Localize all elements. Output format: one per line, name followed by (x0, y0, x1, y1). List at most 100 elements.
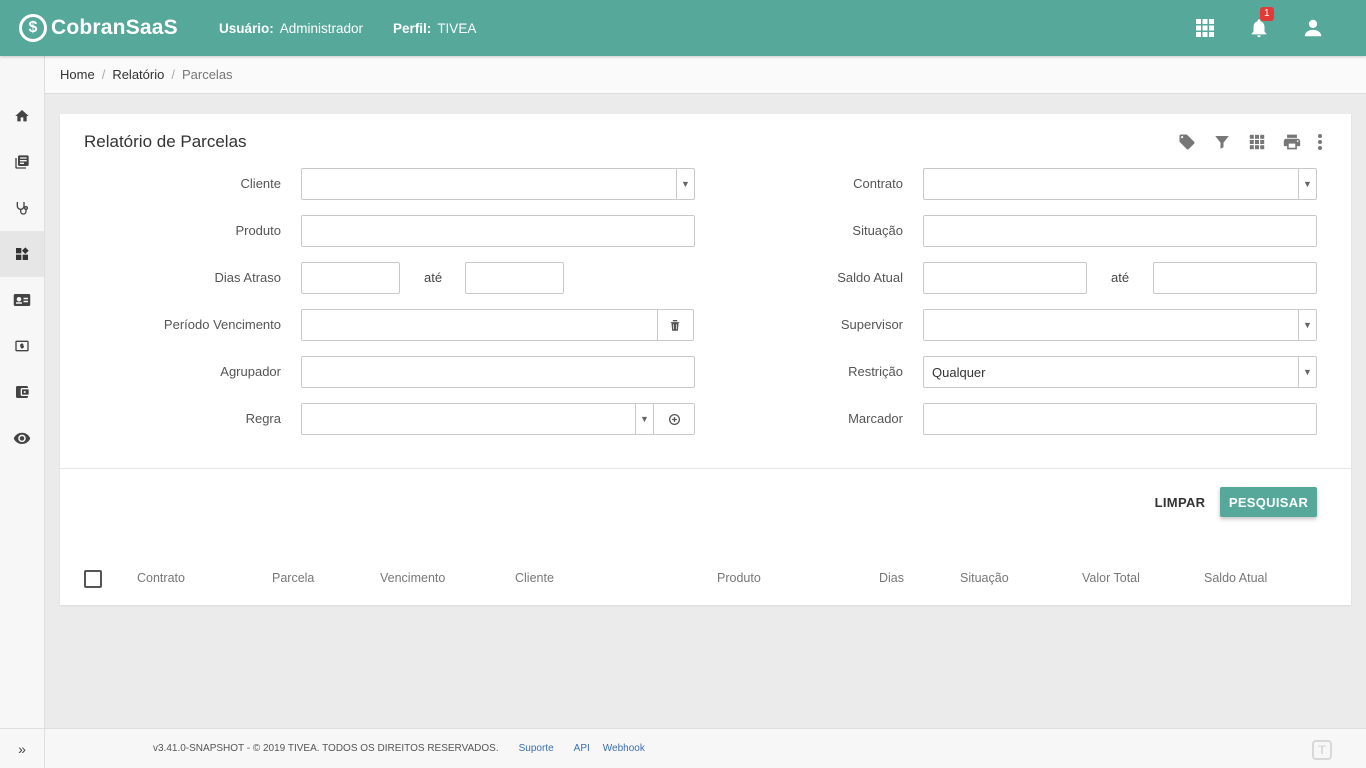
contrato-select[interactable]: ▼ (923, 168, 1317, 200)
select-all-checkbox[interactable] (84, 570, 102, 588)
grid-icon (1249, 134, 1264, 150)
side-nav: » (0, 56, 45, 768)
column-dias[interactable]: Dias (879, 571, 904, 585)
column-cliente[interactable]: Cliente (515, 571, 554, 585)
double-chevron-right-icon: » (18, 740, 26, 757)
supervisor-select[interactable]: ▼ (923, 309, 1317, 341)
saldo-atual-ate-label: até (1111, 270, 1130, 285)
agrupador-input[interactable] (301, 356, 695, 388)
column-contrato[interactable]: Contrato (137, 571, 185, 585)
breadcrumb-separator: / (101, 67, 106, 82)
situacao-text[interactable] (924, 216, 1316, 246)
user-menu-button[interactable] (1286, 0, 1340, 56)
saldo-atual-to-text[interactable] (1154, 263, 1316, 293)
nav-dashboard[interactable] (0, 231, 44, 277)
print-icon (1283, 134, 1300, 150)
chevron-down-icon: ▼ (1298, 310, 1316, 340)
breadcrumb-relatorio[interactable]: Relatório (112, 67, 164, 82)
tag-button[interactable] (1169, 132, 1204, 152)
periodo-vencimento-input[interactable] (301, 309, 694, 341)
agrupador-label: Agrupador (220, 364, 281, 379)
more-vert-icon (1318, 134, 1322, 150)
home-icon (15, 110, 29, 122)
clear-period-button[interactable] (656, 310, 693, 340)
saldo-atual-from-input[interactable] (923, 262, 1087, 294)
produto-input[interactable] (301, 215, 695, 247)
cliente-label: Cliente (240, 176, 281, 191)
tag-icon (1179, 134, 1194, 150)
footer-link-api[interactable]: API (574, 743, 590, 754)
breadcrumb-separator: / (171, 67, 175, 82)
columns-button[interactable] (1239, 132, 1274, 152)
dias-atraso-label: Dias Atraso (214, 270, 281, 285)
cliente-select[interactable]: ▼ (301, 168, 695, 200)
situacao-input[interactable] (923, 215, 1317, 247)
footer-link-suporte[interactable]: Suporte (519, 743, 554, 754)
clear-button[interactable]: LIMPAR (1148, 487, 1212, 517)
column-situacao[interactable]: Situação (960, 571, 1009, 585)
marcador-text[interactable] (924, 404, 1316, 434)
more-options-button[interactable] (1309, 132, 1331, 152)
produto-label: Produto (235, 223, 281, 238)
column-parcela[interactable]: Parcela (272, 571, 314, 585)
notifications-button[interactable]: 1 (1232, 0, 1286, 56)
app-logo[interactable]: $ CobranSaaS (19, 14, 219, 42)
dias-atraso-from-text[interactable] (302, 263, 399, 293)
page-title: Relatório de Parcelas (84, 132, 247, 151)
regra-label: Regra (245, 411, 281, 426)
marcador-input[interactable] (923, 403, 1317, 435)
chevron-down-icon: ▼ (635, 404, 653, 434)
card-toolbar (1169, 132, 1331, 152)
eye-icon (13, 432, 31, 444)
profile-field: Perfil: TIVEA (393, 20, 477, 36)
nav-view[interactable] (0, 415, 44, 461)
nav-money[interactable] (0, 323, 44, 369)
produto-text[interactable] (302, 216, 694, 246)
notification-badge: 1 (1260, 7, 1274, 21)
user-info: Usuário: Administrador Perfil: TIVEA (219, 21, 476, 36)
breadcrumb-home[interactable]: Home (60, 67, 95, 82)
chevron-down-icon: ▼ (676, 169, 694, 199)
app-name: CobranSaaS (51, 16, 178, 39)
agrupador-text[interactable] (302, 357, 694, 387)
saldo-atual-from-text[interactable] (924, 263, 1086, 293)
dias-atraso-to-input[interactable] (465, 262, 564, 294)
dias-atraso-from-input[interactable] (301, 262, 400, 294)
saldo-atual-label: Saldo Atual (837, 270, 903, 285)
nav-contacts[interactable] (0, 277, 44, 323)
column-produto[interactable]: Produto (717, 571, 761, 585)
contrato-label: Contrato (853, 176, 903, 191)
apps-button[interactable] (1178, 0, 1232, 56)
expand-sidebar-button[interactable]: » (0, 728, 44, 768)
column-saldo-atual[interactable]: Saldo Atual (1204, 571, 1267, 585)
dashboard-icon (16, 247, 29, 260)
stethoscope-icon (16, 202, 28, 215)
search-button[interactable]: PESQUISAR (1220, 487, 1317, 517)
nav-stethoscope[interactable] (0, 185, 44, 231)
periodo-vencimento-label: Período Vencimento (163, 317, 281, 332)
column-valor-total[interactable]: Valor Total (1082, 571, 1140, 585)
tivea-logo: T (1312, 740, 1332, 760)
nav-book[interactable] (0, 139, 44, 185)
nav-wallet[interactable] (0, 369, 44, 415)
add-circle-icon (668, 413, 680, 425)
periodo-vencimento-text[interactable] (302, 310, 657, 340)
user-field: Usuário: Administrador (219, 20, 364, 36)
apps-grid-icon (1196, 19, 1214, 37)
dias-atraso-to-text[interactable] (466, 263, 563, 293)
column-vencimento[interactable]: Vencimento (380, 571, 445, 585)
form-divider (60, 468, 1351, 469)
breadcrumb: Home / Relatório / Parcelas (45, 56, 1366, 94)
filter-button[interactable] (1204, 132, 1239, 152)
saldo-atual-to-input[interactable] (1153, 262, 1317, 294)
restricao-label: Restrição (848, 364, 903, 379)
nav-home[interactable] (0, 93, 44, 139)
restricao-select[interactable]: Qualquer ▼ (923, 356, 1317, 388)
dias-atraso-ate-label: até (424, 270, 443, 285)
print-button[interactable] (1274, 132, 1309, 152)
add-rule-button[interactable] (653, 404, 694, 434)
footer-link-webhook[interactable]: Webhook (603, 743, 645, 754)
restricao-value: Qualquer (932, 364, 986, 380)
regra-select[interactable]: ▼ (301, 403, 695, 435)
wallet-icon (16, 386, 29, 398)
